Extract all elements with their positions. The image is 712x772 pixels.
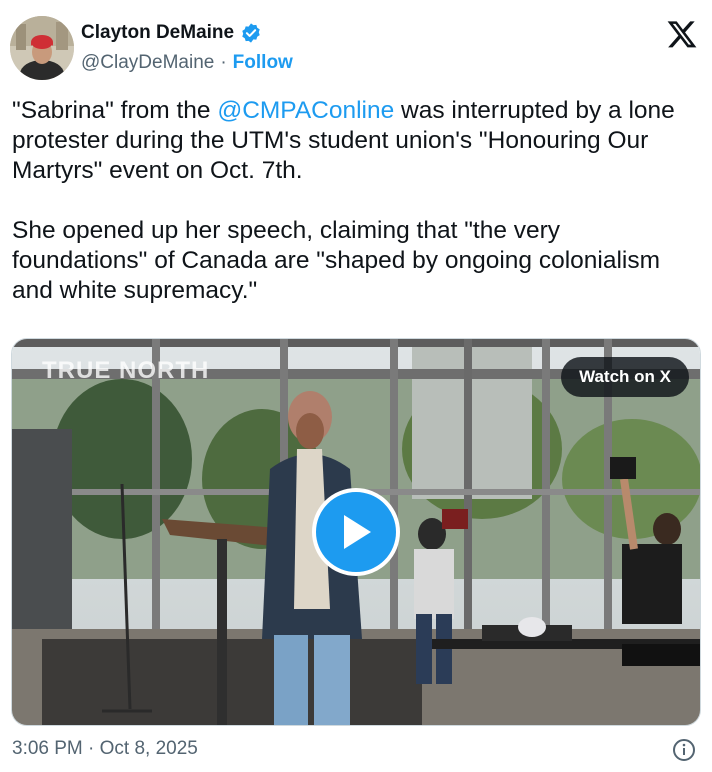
verified-badge-icon [242, 23, 260, 43]
avatar[interactable] [10, 16, 74, 80]
author-handle-row: @ClayDeMaine · Follow [81, 52, 293, 74]
follow-button[interactable]: Follow [233, 52, 293, 74]
avatar-image [10, 16, 74, 80]
tweet-timestamp[interactable]: 3:06 PM · Oct 8, 2025 [12, 738, 198, 760]
author-display-name[interactable]: Clayton DeMaine [81, 22, 234, 44]
author-handle[interactable]: @ClayDeMaine [81, 52, 214, 74]
tweet-card: Clayton DeMaine @ClayDeMaine · Follow "S… [0, 0, 712, 772]
tweet-text-part2: was interrupted by a lone protester duri… [12, 97, 675, 304]
watch-on-x-button[interactable]: Watch on X [561, 357, 689, 397]
handle-separator: · [220, 52, 227, 73]
play-button[interactable] [312, 488, 400, 576]
tweet-text: "Sabrina" from the @CMPAConline was inte… [12, 96, 692, 306]
tweet-text-part1: "Sabrina" from the [12, 97, 218, 124]
author-name-row: Clayton DeMaine [81, 22, 262, 44]
video-media[interactable]: TRUE NORTH Watch on X [11, 338, 701, 726]
info-icon[interactable] [672, 738, 696, 762]
mention-link[interactable]: @CMPAConline [217, 97, 394, 124]
play-icon [344, 515, 371, 549]
x-logo-icon[interactable] [666, 18, 698, 50]
video-watermark: TRUE NORTH [42, 357, 210, 384]
